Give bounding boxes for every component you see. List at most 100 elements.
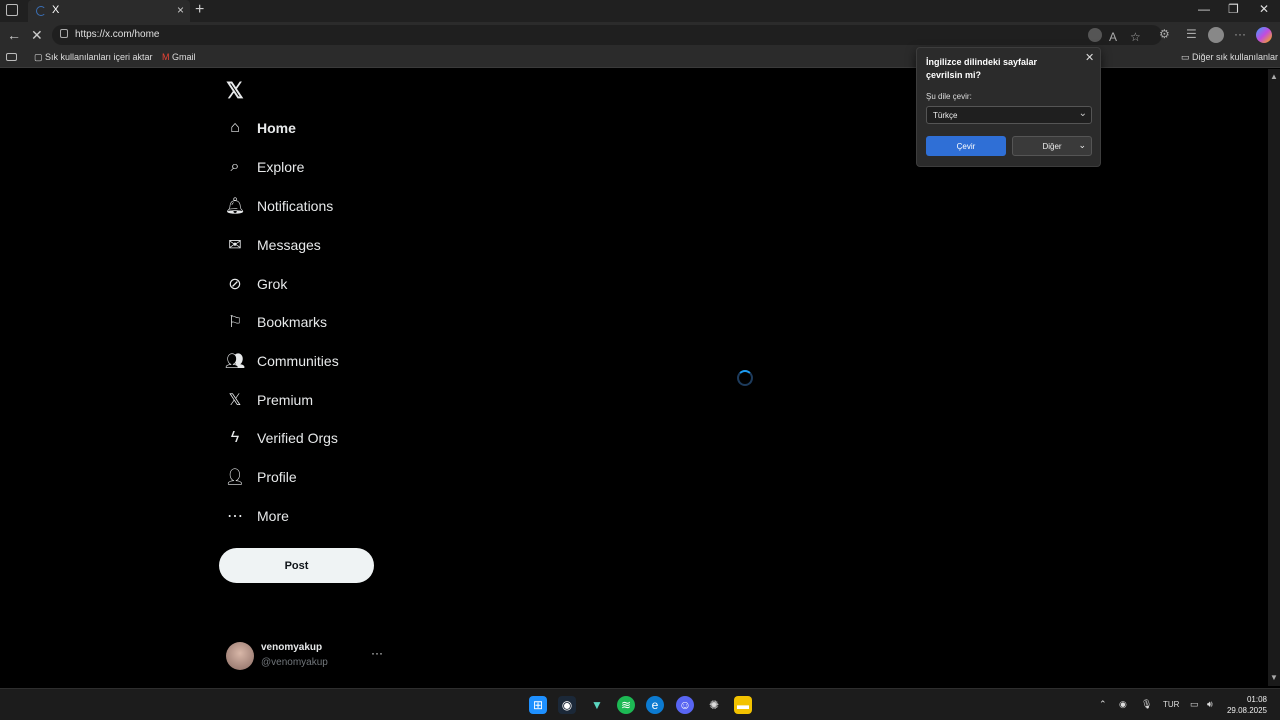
tab-actions-icon[interactable] xyxy=(6,4,18,16)
file-explorer-icon[interactable]: ▬ xyxy=(734,696,752,714)
nav-messages-label: Messages xyxy=(257,237,321,253)
account-more-icon[interactable]: ··· xyxy=(371,646,383,660)
nav-explore[interactable]: ⌕ Explore xyxy=(226,153,305,181)
back-button[interactable]: ← xyxy=(7,27,21,43)
copilot-icon[interactable] xyxy=(1256,27,1272,43)
account-switcher[interactable]: venomyakup @venomyakup ··· xyxy=(226,640,386,672)
tab-close-button[interactable]: × xyxy=(177,3,184,17)
nav-home-label: Home xyxy=(257,120,296,136)
translate-close-button[interactable]: ✕ xyxy=(1085,51,1094,64)
read-aloud-icon[interactable]: A xyxy=(1109,30,1117,44)
loading-favicon-icon xyxy=(36,6,46,16)
scroll-up-icon[interactable]: ▲ xyxy=(1270,72,1278,81)
envelope-icon: ✉ xyxy=(228,237,242,254)
home-icon: ⌂ xyxy=(230,119,240,136)
language-indicator[interactable]: TUR xyxy=(1163,700,1179,709)
chevron-down-icon: ⌄ xyxy=(1078,108,1087,119)
nav-grok[interactable]: ⊘ Grok xyxy=(226,270,287,298)
restore-button[interactable]: ❐ xyxy=(1228,2,1239,16)
nav-communities-label: Communities xyxy=(257,353,339,369)
nav-bookmarks-label: Bookmarks xyxy=(257,314,328,330)
language-select-value: Türkçe xyxy=(933,111,958,120)
nav-more[interactable]: ⋯ More xyxy=(226,502,289,530)
nav-premium[interactable]: 𝕏 Premium xyxy=(226,386,313,414)
nav-communities[interactable]: 👥︎ Communities xyxy=(224,347,339,375)
translate-button[interactable]: Çevir xyxy=(926,136,1006,156)
loading-spinner-icon xyxy=(737,370,753,386)
avatar xyxy=(226,642,254,670)
steam-tray-icon[interactable]: ◉ xyxy=(1119,699,1127,710)
bell-icon: 🔔︎ xyxy=(224,198,246,215)
spotify-icon[interactable]: ≋ xyxy=(617,696,635,714)
nav-grok-label: Grok xyxy=(257,276,288,292)
nav-verified-orgs[interactable]: ϟ Verified Orgs xyxy=(226,424,338,452)
url-field[interactable]: https://x.com/home A ☆ xyxy=(52,25,1162,45)
bookmark-other-label: Diğer sık kullanılanlar xyxy=(1192,52,1279,62)
tab-strip: X × + — ❐ ✕ xyxy=(0,0,1280,22)
people-icon: 👥︎ xyxy=(224,353,246,370)
translate-other-label: Diğer xyxy=(1042,141,1062,151)
url-text: https://x.com/home xyxy=(75,29,160,40)
translate-other-button[interactable]: Diğer ⌄ xyxy=(1012,136,1092,156)
network-icon[interactable]: ▭ xyxy=(1190,699,1199,710)
new-tab-button[interactable]: + xyxy=(195,1,204,19)
taskbar: ⊞ ◉ ▼ ≋ e ☺ ✺ ▬ ⌃ ◉ 🎙︎ TUR ▭ 🔊︎ 01:08 29… xyxy=(0,688,1280,720)
x-logo[interactable]: 𝕏 xyxy=(226,78,244,104)
vpn-icon[interactable]: ▼ xyxy=(588,696,606,714)
translate-icon[interactable] xyxy=(1088,28,1102,42)
nav-home[interactable]: ⌂ Home xyxy=(226,114,296,142)
tab-title: X xyxy=(52,4,60,16)
stop-loading-button[interactable]: ✕ xyxy=(31,27,43,44)
translate-label: Şu dile çevir: xyxy=(926,92,972,101)
nav-verified-orgs-label: Verified Orgs xyxy=(257,430,338,446)
profile-avatar-icon[interactable] xyxy=(1208,27,1224,43)
bookmark-import-label: Sık kullanılanları içeri aktar xyxy=(45,52,153,62)
account-handle: @venomyakup xyxy=(261,657,328,668)
grok-icon: ⊘ xyxy=(228,276,242,293)
account-name: venomyakup xyxy=(261,642,323,653)
nav-profile-label: Profile xyxy=(257,469,297,485)
edge-icon[interactable]: e xyxy=(646,696,664,714)
nav-notifications-label: Notifications xyxy=(257,198,334,214)
bookmark-import[interactable]: ▢ Sık kullanılanları içeri aktar xyxy=(34,52,153,63)
steam-icon[interactable]: ◉ xyxy=(558,696,576,714)
bookmark-gmail-label: Gmail xyxy=(172,52,196,62)
bookmark-gmail[interactable]: M Gmail xyxy=(162,52,196,62)
translate-title: İngilizce dilindeki sayfalar çevrilsin m… xyxy=(926,57,1038,80)
scrollbar[interactable]: ▲ ▼ xyxy=(1268,69,1280,686)
x-icon: 𝕏 xyxy=(228,392,242,409)
nav-more-label: More xyxy=(257,508,289,524)
close-window-button[interactable]: ✕ xyxy=(1259,2,1269,16)
person-icon: 👤︎ xyxy=(224,469,246,486)
discord-icon[interactable]: ☺ xyxy=(676,696,694,714)
post-button[interactable]: Post xyxy=(219,548,374,583)
language-select[interactable]: Türkçe ⌄ xyxy=(926,106,1092,124)
nav-bookmarks[interactable]: ⚐ Bookmarks xyxy=(226,308,327,336)
favorites-icon[interactable]: ☰ xyxy=(1186,27,1197,41)
translate-popup: İngilizce dilindeki sayfalar çevrilsin m… xyxy=(916,47,1101,167)
windows-start-icon[interactable]: ⊞ xyxy=(529,696,547,714)
extensions-icon[interactable]: ⚙ xyxy=(1159,27,1170,41)
nav-profile[interactable]: 👤︎ Profile xyxy=(224,463,297,491)
nav-premium-label: Premium xyxy=(257,392,314,408)
clock[interactable]: 01:08 29.08.2025 xyxy=(1225,694,1267,716)
settings-more-icon[interactable]: ··· xyxy=(1234,27,1246,41)
minimize-button[interactable]: — xyxy=(1198,2,1210,16)
collections-icon[interactable] xyxy=(6,53,17,61)
tab-x[interactable]: X × xyxy=(28,0,190,22)
volume-icon[interactable]: 🔊︎ xyxy=(1207,699,1213,710)
lightning-icon: ϟ xyxy=(230,429,240,446)
address-bar-row: ← ✕ https://x.com/home A ☆ ⚙ ☰ ··· xyxy=(0,22,1280,48)
favorite-star-icon[interactable]: ☆ xyxy=(1130,30,1141,44)
clock-date: 29.08.2025 xyxy=(1226,706,1267,715)
scroll-down-icon[interactable]: ▼ xyxy=(1270,673,1278,682)
clock-time: 01:08 xyxy=(1246,695,1267,704)
nav-notifications[interactable]: 🔔︎ Notifications xyxy=(224,192,334,220)
lock-icon xyxy=(60,29,68,38)
tray-expand-icon[interactable]: ⌃ xyxy=(1099,699,1107,710)
chatgpt-icon[interactable]: ✺ xyxy=(705,696,723,714)
bookmark-other-folder[interactable]: ▭ Diğer sık kullanılanlar xyxy=(1181,52,1278,63)
nav-explore-label: Explore xyxy=(257,159,305,175)
nav-messages[interactable]: ✉ Messages xyxy=(226,231,321,259)
microphone-icon[interactable]: 🎙︎ xyxy=(1141,699,1152,710)
